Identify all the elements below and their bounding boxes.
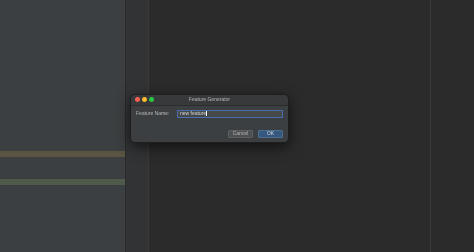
dialog-title: Feature Generator [188, 97, 231, 103]
feature-name-label: Feature Name: [136, 111, 170, 117]
feature-name-value: new feature [180, 111, 207, 117]
right-margin-guide [430, 0, 431, 252]
feature-name-input[interactable]: new feature [177, 110, 283, 118]
highlighted-row [0, 151, 125, 157]
cancel-button[interactable]: Cancel [228, 130, 253, 138]
project-tool-window [0, 0, 125, 252]
feature-generator-dialog: Feature Generator Feature Name: new feat… [130, 94, 289, 143]
highlighted-row [0, 179, 125, 185]
text-caret [206, 111, 207, 117]
ok-button[interactable]: OK [258, 130, 283, 138]
dialog-titlebar: Feature Generator [131, 95, 288, 106]
